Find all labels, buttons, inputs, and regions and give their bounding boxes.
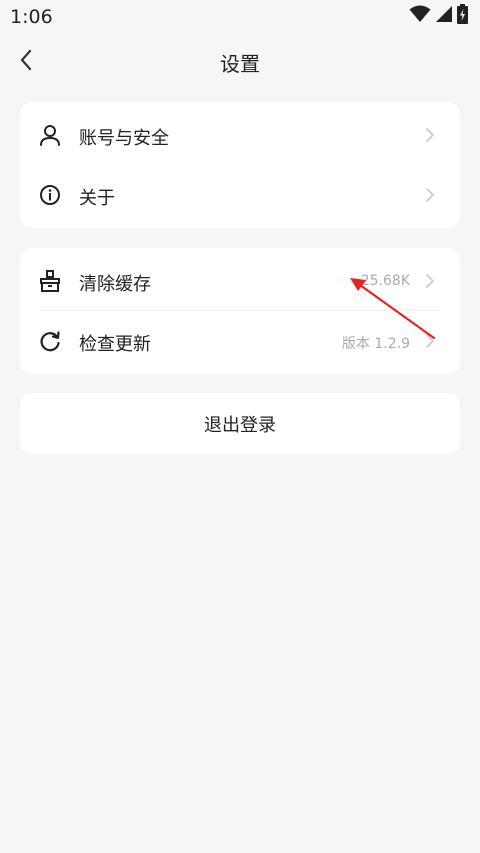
broom-icon <box>38 269 62 293</box>
chevron-right-icon <box>424 333 436 349</box>
check-update-label: 检查更新 <box>79 334 151 355</box>
chevron-right-icon <box>424 187 436 203</box>
nav-bar: 设置 <box>0 34 480 90</box>
info-icon <box>38 183 62 207</box>
status-time: 1:06 <box>10 6 53 28</box>
about-row[interactable]: 关于 <box>20 165 460 225</box>
chevron-right-icon <box>424 127 436 143</box>
chevron-right-icon <box>424 273 436 289</box>
status-bar: 1:06 <box>0 0 480 34</box>
about-label: 关于 <box>79 188 115 209</box>
settings-group-account: 账号与安全 关于 <box>20 102 460 228</box>
user-icon <box>38 123 62 147</box>
logout-button[interactable]: 退出登录 <box>20 393 460 454</box>
account-security-row[interactable]: 账号与安全 <box>20 105 460 165</box>
version-value: 版本 1.2.9 <box>341 336 410 352</box>
clear-cache-label: 清除缓存 <box>79 274 151 295</box>
status-icons <box>409 4 468 28</box>
clear-cache-row[interactable]: 清除缓存 25.68K <box>20 251 460 311</box>
settings-group-app: 清除缓存 25.68K 检查更新 版本 1.2.9 <box>20 248 460 374</box>
cache-size-value: 25.68K <box>360 273 410 289</box>
refresh-icon <box>38 329 62 353</box>
check-update-row[interactable]: 检查更新 版本 1.2.9 <box>20 311 460 371</box>
wifi-icon <box>409 5 431 27</box>
cellular-signal-icon <box>435 5 453 27</box>
battery-charging-icon <box>457 4 468 28</box>
logout-card: 退出登录 <box>20 393 460 454</box>
account-security-label: 账号与安全 <box>79 128 169 149</box>
page-title: 设置 <box>220 52 260 76</box>
